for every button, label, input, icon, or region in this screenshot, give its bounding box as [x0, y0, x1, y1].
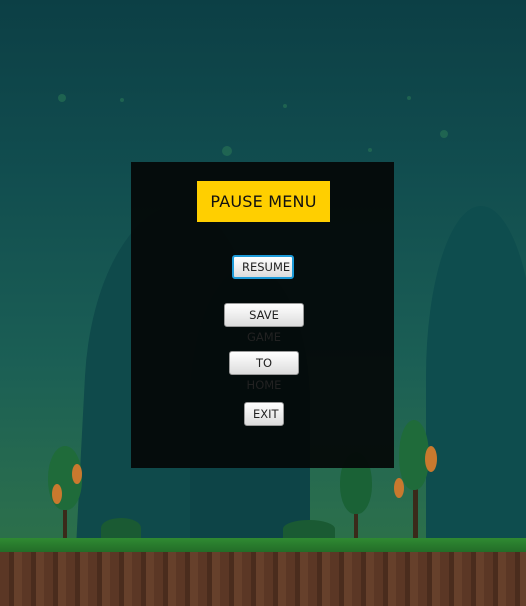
background-hill: [426, 206, 526, 546]
pause-menu-panel: PAUSE MENU RESUME SAVE GAME TO HOME EXIT: [131, 162, 394, 468]
tree: [393, 420, 437, 538]
save-game-button[interactable]: SAVE GAME: [224, 303, 304, 344]
tree: [46, 446, 84, 538]
firefly-glow: [58, 94, 66, 102]
resume-button[interactable]: RESUME: [232, 255, 294, 279]
grass-strip: [0, 538, 526, 552]
firefly-glow: [283, 104, 287, 108]
firefly-glow: [368, 148, 372, 152]
bush: [101, 518, 141, 538]
exit-button[interactable]: EXIT: [244, 402, 284, 426]
dirt-ground: [0, 552, 526, 606]
bush: [283, 520, 335, 538]
pause-menu-title: PAUSE MENU: [197, 181, 330, 222]
firefly-glow: [222, 146, 232, 156]
firefly-glow: [407, 96, 411, 100]
to-home-button[interactable]: TO HOME: [229, 351, 299, 392]
firefly-glow: [440, 130, 448, 138]
firefly-glow: [120, 98, 124, 102]
